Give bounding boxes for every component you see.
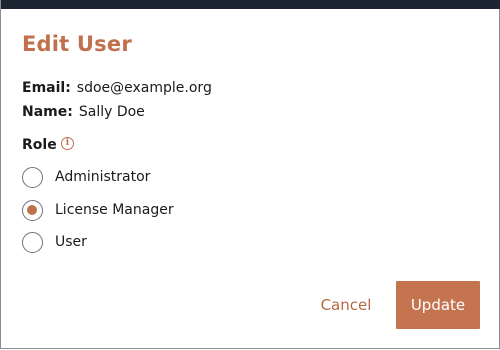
cancel-button[interactable]: Cancel xyxy=(314,293,378,317)
radio-button[interactable] xyxy=(22,231,43,253)
edit-user-dialog: Edit User Email: sdoe@example.org Name: Sa… xyxy=(0,0,500,349)
email-value: sdoe@example.org xyxy=(76,80,212,96)
email-row: Email: sdoe@example.org xyxy=(22,80,212,96)
role-option-user[interactable]: User xyxy=(22,230,87,254)
role-option-license-manager[interactable]: License Manager xyxy=(22,198,174,222)
role-option-label: User xyxy=(55,234,87,250)
name-row: Name: Sally Doe xyxy=(22,104,145,120)
name-label: Name: xyxy=(22,104,73,120)
radio-button[interactable] xyxy=(22,166,43,188)
update-button[interactable]: Update xyxy=(396,281,480,329)
radio-button-selected[interactable] xyxy=(22,199,43,221)
name-value: Sally Doe xyxy=(78,104,145,120)
dialog-title: Edit User xyxy=(22,32,132,56)
role-option-label: Administrator xyxy=(55,169,151,185)
email-label: Email: xyxy=(22,80,71,96)
role-label: Role xyxy=(22,137,57,153)
info-icon[interactable]: i xyxy=(61,137,74,150)
dialog-top-bar xyxy=(1,0,500,9)
role-option-administrator[interactable]: Administrator xyxy=(22,165,150,189)
role-option-label: License Manager xyxy=(55,202,174,218)
